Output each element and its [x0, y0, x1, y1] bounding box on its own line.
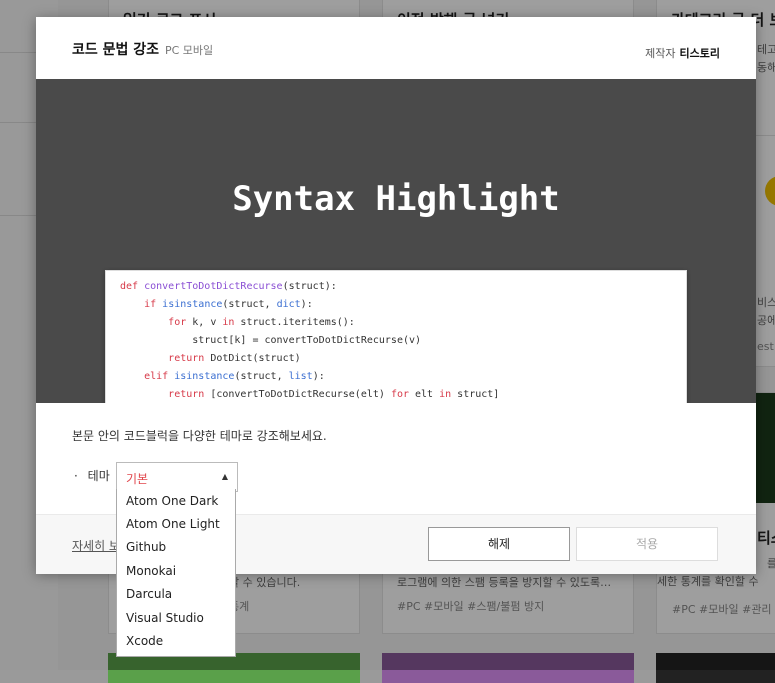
- apply-button[interactable]: 적용: [576, 527, 718, 561]
- modal-title: 코드 문법 강조: [72, 42, 160, 58]
- maker-info: 제작자 티스토리: [645, 45, 720, 61]
- theme-label-row: · 테마: [74, 467, 110, 484]
- code-line: def convertToDotDictRecurse(struct):: [120, 281, 337, 292]
- theme-select[interactable]: 기본 ▲: [116, 462, 238, 492]
- bullet: ·: [74, 469, 78, 483]
- theme-option[interactable]: Xcode: [126, 634, 163, 648]
- theme-select-value: 기본: [126, 472, 149, 486]
- theme-options-dropdown: Atom One Dark Atom One Light Github Mono…: [116, 489, 236, 657]
- code-line: return DotDict(struct): [168, 353, 301, 364]
- maker-name: 티스토리: [679, 47, 720, 60]
- code-preview: def convertToDotDictRecurse(struct): if …: [105, 270, 687, 403]
- code-line: struct[k] = convertToDotDictRecurse(v): [120, 335, 422, 346]
- theme-option[interactable]: Github: [126, 540, 166, 554]
- modal-description: 본문 안의 코드블럭을 다양한 테마로 강조해보세요.: [72, 429, 327, 443]
- disable-button[interactable]: 해제: [428, 527, 570, 561]
- modal-header: 코드 문법 강조 PC 모바일 제작자 티스토리: [36, 17, 756, 79]
- theme-option[interactable]: Darcula: [126, 587, 172, 601]
- theme-option[interactable]: Visual Studio: [126, 611, 204, 625]
- code-line: elif isinstance(struct, list):: [144, 371, 325, 382]
- code-line: if isinstance(struct, dict):: [144, 299, 313, 310]
- theme-option[interactable]: Atom One Light: [126, 517, 220, 531]
- theme-option[interactable]: Atom One Dark: [126, 494, 218, 508]
- preview-banner: Syntax Highlight def convertToDotDictRec…: [36, 79, 756, 403]
- code-line: for k, v in struct.iteritems():: [168, 317, 355, 328]
- modal-platforms: PC 모바일: [165, 44, 214, 57]
- maker-label: 제작자: [645, 47, 676, 60]
- theme-label: 테마: [87, 469, 110, 483]
- code-line: return [convertToDotDictRecurse(elt) for…: [168, 389, 500, 400]
- caret-up-icon: ▲: [221, 472, 228, 481]
- banner-title: Syntax Highlight: [232, 179, 560, 219]
- theme-option[interactable]: Monokai: [126, 564, 176, 578]
